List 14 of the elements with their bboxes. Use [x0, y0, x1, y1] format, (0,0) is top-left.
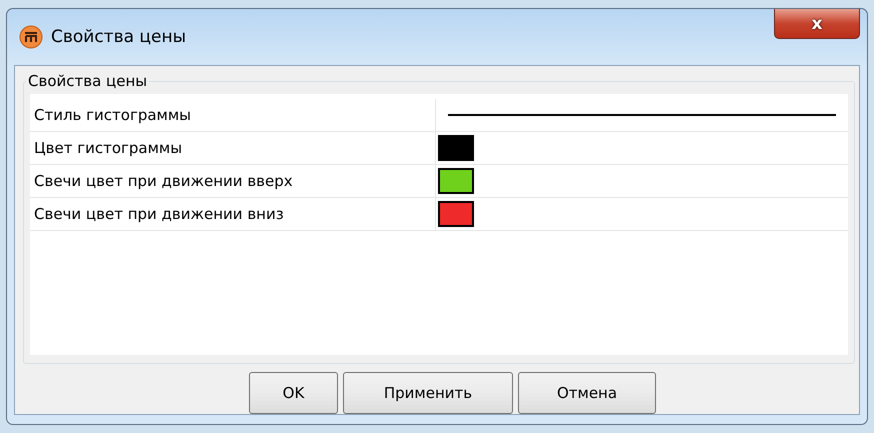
property-label: Стиль гистограммы	[30, 99, 436, 131]
color-swatch[interactable]	[438, 201, 474, 227]
property-label: Свечи цвет при движении вниз	[30, 198, 436, 230]
color-swatch[interactable]	[438, 135, 474, 161]
property-label: Свечи цвет при движении вверх	[30, 165, 436, 197]
close-button[interactable]: x	[774, 9, 860, 39]
app-logo-icon	[19, 25, 43, 49]
window-title: Свойства цены	[51, 27, 187, 47]
cancel-button[interactable]: Отмена	[518, 372, 656, 414]
group-title: Свойства цены	[27, 72, 148, 90]
property-label: Цвет гистограммы	[30, 132, 436, 164]
apply-button[interactable]: Применить	[343, 372, 513, 414]
color-swatch[interactable]	[438, 168, 474, 194]
ok-button[interactable]: OK	[249, 372, 338, 414]
